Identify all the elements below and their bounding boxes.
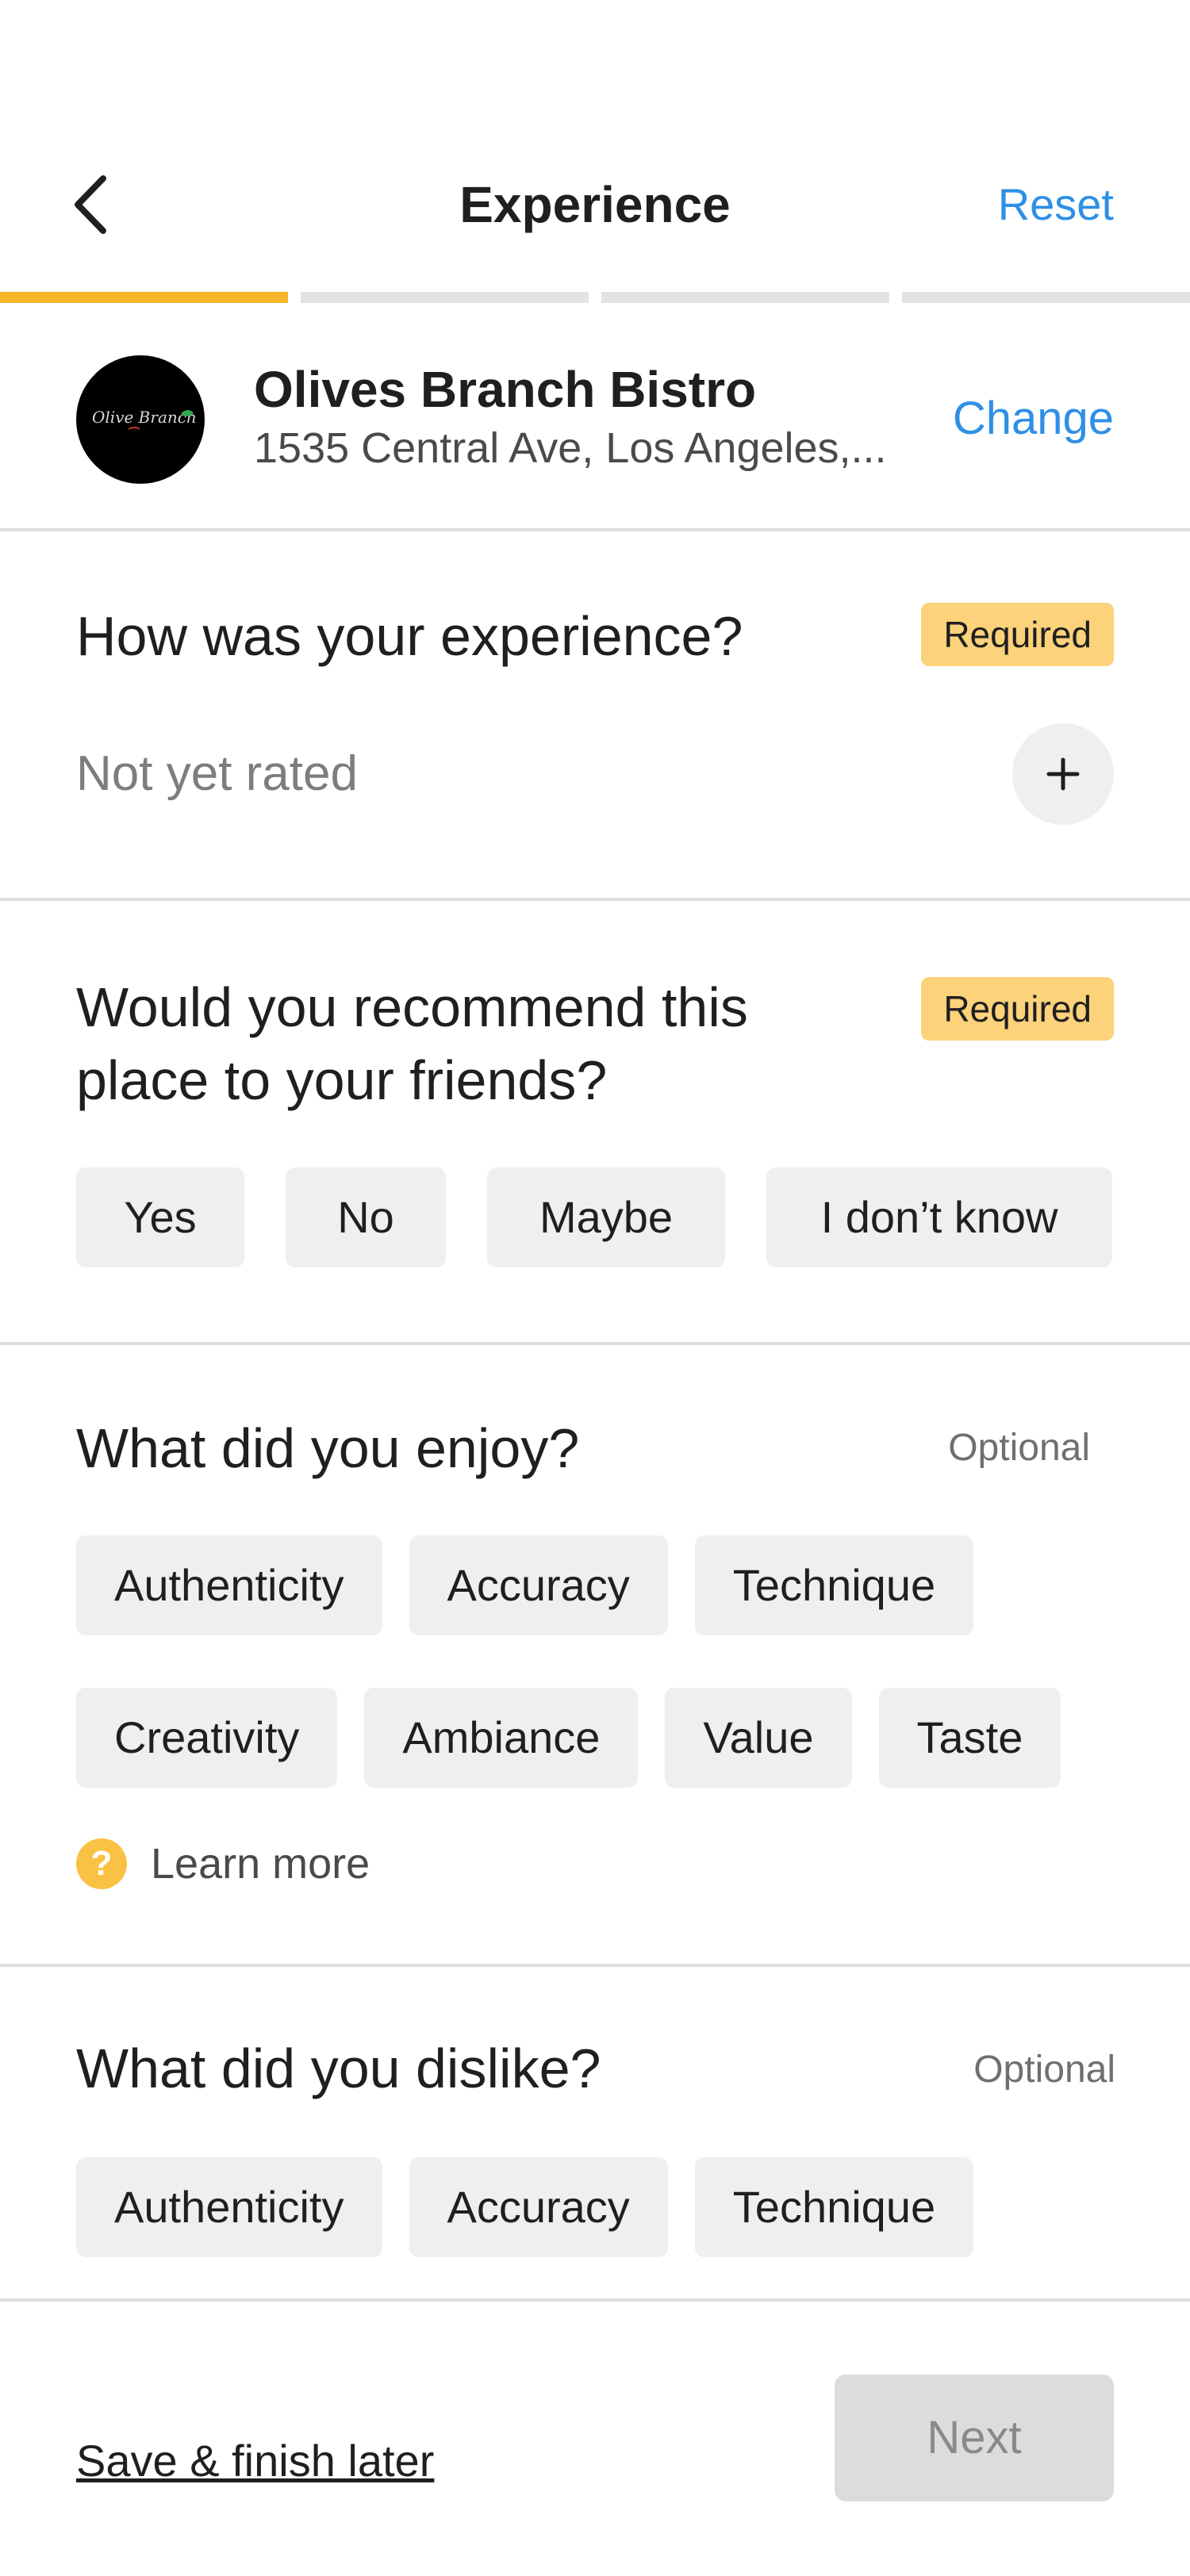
progress-step-3 bbox=[601, 292, 889, 303]
restaurant-card: Olive Branch Olives Branch Bistro 1535 C… bbox=[0, 303, 1190, 531]
required-badge: Required bbox=[921, 603, 1114, 666]
tag-ambiance[interactable]: Ambiance bbox=[364, 1688, 639, 1788]
tag-technique[interactable]: Technique bbox=[694, 1535, 974, 1635]
step-progress-bar bbox=[0, 292, 1190, 303]
recommend-options: Yes No Maybe I don’t know bbox=[76, 1167, 1112, 1267]
progress-step-4 bbox=[902, 292, 1190, 303]
restaurant-name: Olives Branch Bistro bbox=[254, 361, 757, 418]
tag-technique[interactable]: Technique bbox=[694, 2157, 974, 2257]
tag-accuracy[interactable]: Accuracy bbox=[409, 1535, 668, 1635]
tag-authenticity[interactable]: Authenticity bbox=[76, 2157, 382, 2257]
tag-taste[interactable]: Taste bbox=[878, 1688, 1061, 1788]
back-button[interactable] bbox=[65, 173, 116, 236]
enjoy-tags-row-1: Authenticity Accuracy Technique bbox=[76, 1535, 974, 1635]
enjoy-tags-row-2: Creativity Ambiance Value Taste bbox=[76, 1688, 1061, 1788]
dislike-question: What did you dislike? bbox=[76, 2037, 601, 2099]
progress-step-2 bbox=[301, 292, 589, 303]
experience-question: How was your experience? bbox=[76, 605, 743, 667]
optional-label: Optional bbox=[973, 2049, 1115, 2091]
footer-bar: Save & finish later Next bbox=[0, 2302, 1190, 2576]
rating-status: Not yet rated bbox=[76, 746, 358, 801]
required-badge: Required bbox=[921, 977, 1114, 1041]
restaurant-address: 1535 Central Ave, Los Angeles,... bbox=[254, 424, 887, 472]
option-maybe[interactable]: Maybe bbox=[487, 1167, 725, 1267]
optional-label: Optional bbox=[948, 1427, 1090, 1469]
tag-accuracy[interactable]: Accuracy bbox=[409, 2157, 668, 2257]
progress-step-1 bbox=[0, 292, 288, 303]
dislike-tags-row: Authenticity Accuracy Technique bbox=[76, 2157, 974, 2257]
svg-text:Olive Branch: Olive Branch bbox=[92, 408, 197, 427]
option-yes[interactable]: Yes bbox=[76, 1167, 244, 1267]
save-finish-later-link[interactable]: Save & finish later bbox=[76, 2435, 434, 2486]
reset-button[interactable]: Reset bbox=[998, 159, 1114, 251]
top-nav-bar: Experience Reset bbox=[0, 159, 1190, 251]
learn-more-label: Learn more bbox=[151, 1840, 370, 1888]
recommend-question: Would you recommend this place to your f… bbox=[76, 976, 748, 1111]
tag-authenticity[interactable]: Authenticity bbox=[76, 1535, 382, 1635]
recommend-section bbox=[0, 901, 1190, 1345]
option-dont-know[interactable]: I don’t know bbox=[766, 1167, 1112, 1267]
add-rating-button[interactable] bbox=[1012, 723, 1114, 825]
tag-creativity[interactable]: Creativity bbox=[76, 1688, 338, 1788]
chevron-left-icon bbox=[75, 175, 106, 234]
plus-icon bbox=[1046, 757, 1080, 791]
option-no[interactable]: No bbox=[286, 1167, 446, 1267]
next-button[interactable]: Next bbox=[835, 2375, 1114, 2501]
experience-rating-section bbox=[0, 531, 1190, 901]
question-mark-icon: ? bbox=[76, 1838, 127, 1889]
change-restaurant-button[interactable]: Change bbox=[953, 392, 1114, 445]
restaurant-logo: Olive Branch bbox=[76, 355, 205, 484]
learn-more-link[interactable]: ? Learn more bbox=[76, 1838, 370, 1889]
restaurant-logo-mark: Olive Branch bbox=[92, 408, 197, 430]
tag-value[interactable]: Value bbox=[665, 1688, 852, 1788]
enjoy-question: What did you enjoy? bbox=[76, 1417, 580, 1479]
